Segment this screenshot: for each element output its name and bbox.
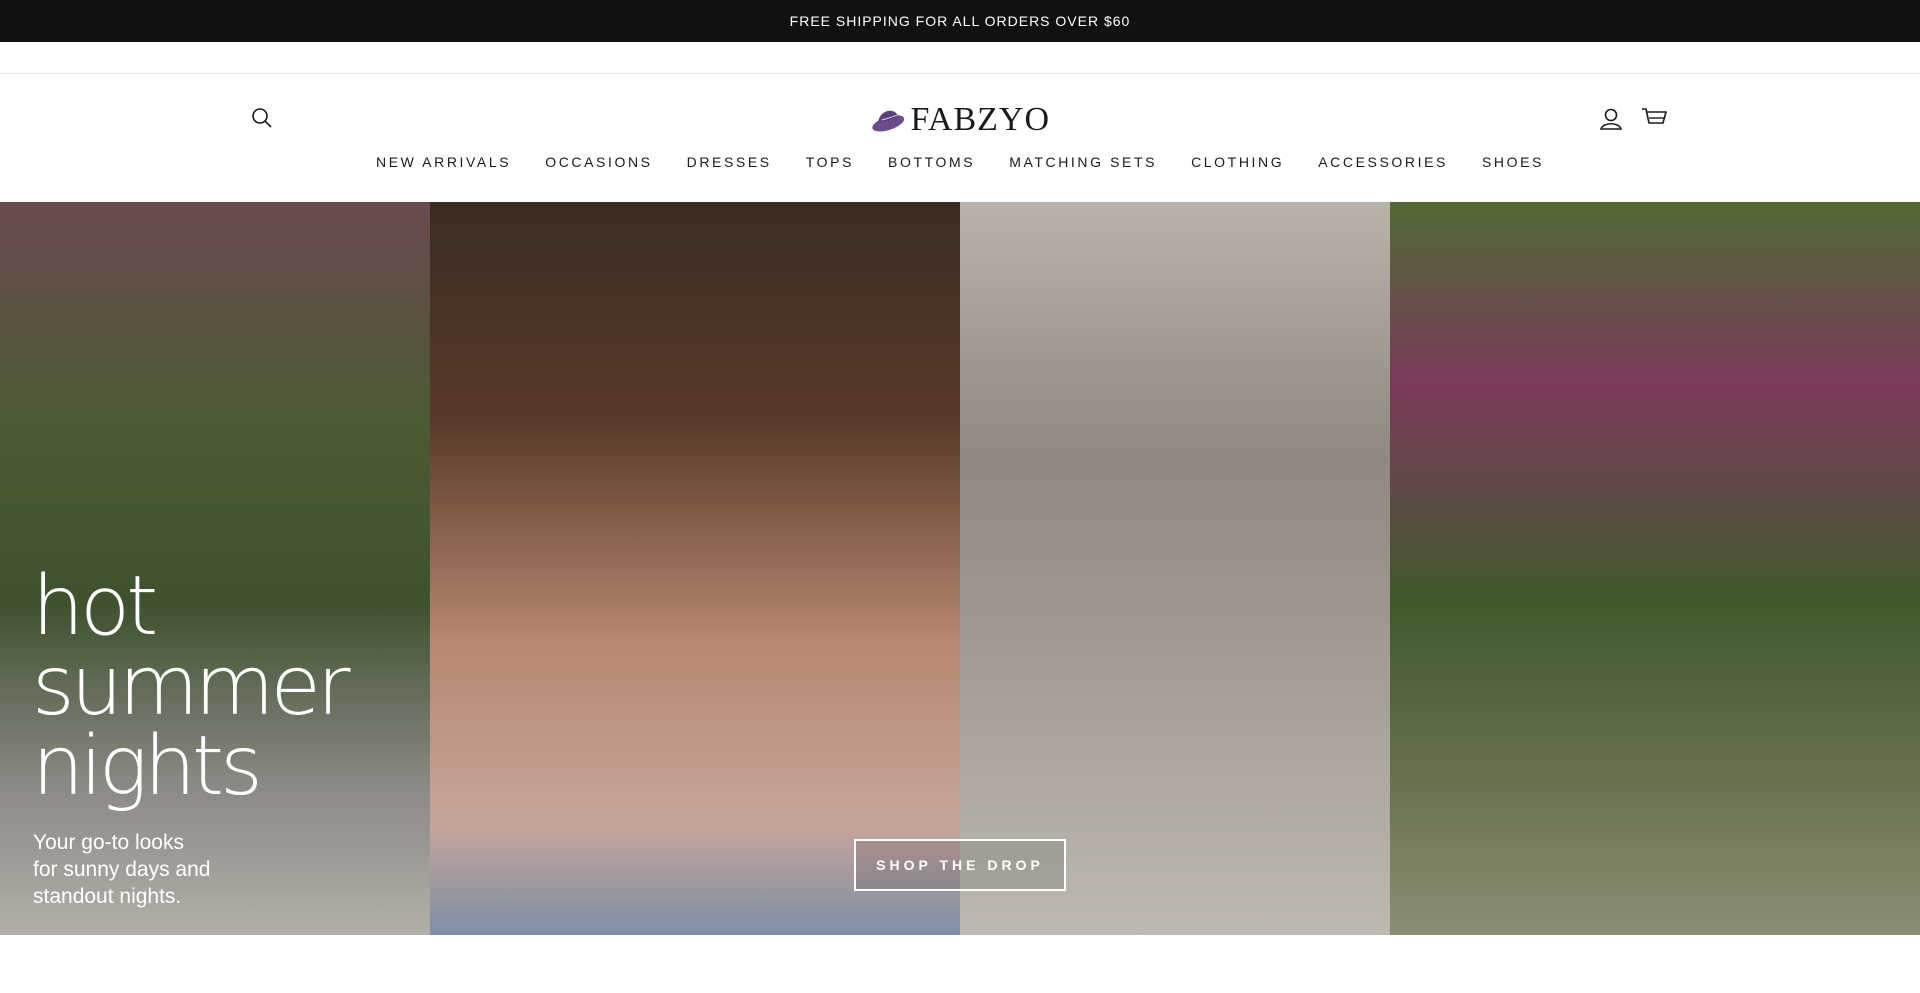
nav-item-bottoms[interactable]: BOTTOMS: [871, 150, 992, 174]
search-icon: [252, 108, 272, 128]
nav-item-occasions[interactable]: OCCASIONS: [528, 150, 669, 174]
hero-title-line: hot: [32, 559, 158, 654]
hero-photo-striped-top: [430, 202, 960, 935]
account-button[interactable]: [1598, 106, 1626, 134]
header-spacer: [0, 42, 1920, 74]
hero-photo-graphic-tee: [960, 202, 1390, 935]
nav-item-accessories[interactable]: ACCESSORIES: [1301, 150, 1465, 174]
hero-subtitle: Your go-to looks for sunny days and stan…: [33, 829, 293, 910]
hero-title-line: summer: [32, 639, 351, 734]
nav-item-matching-sets[interactable]: MATCHING SETS: [992, 150, 1174, 174]
user-icon: [1599, 108, 1623, 130]
hero-subtitle-line: standout nights.: [33, 885, 182, 908]
nav-item-clothing[interactable]: CLOTHING: [1174, 150, 1301, 174]
hat-logo-icon: [872, 110, 905, 132]
search-button[interactable]: [250, 106, 278, 134]
hero-photo-fringe-dress: [1390, 202, 1920, 935]
site-header: FABZYO NEW ARRIVALS OCCASIONS DRESSES TO…: [0, 74, 1920, 202]
cart-icon: [1642, 108, 1667, 124]
hero-banner[interactable]: hot summer nights Your go-to looks for s…: [0, 202, 1920, 935]
hero-subtitle-line: Your go-to looks: [33, 831, 184, 854]
page-content-below: [0, 935, 1920, 993]
nav-item-shoes[interactable]: SHOES: [1465, 150, 1561, 174]
hero-title-line: nights: [32, 719, 263, 814]
main-nav: NEW ARRIVALS OCCASIONS DRESSES TOPS BOTT…: [0, 150, 1920, 174]
announcement-bar: FREE SHIPPING FOR ALL ORDERS OVER $60: [0, 0, 1920, 42]
hero-subtitle-line: for sunny days and: [33, 858, 211, 881]
nav-item-tops[interactable]: TOPS: [789, 150, 871, 174]
shop-the-drop-button[interactable]: SHOP THE DROP: [854, 839, 1066, 891]
announcement-text: FREE SHIPPING FOR ALL ORDERS OVER $60: [789, 13, 1131, 29]
site-logo[interactable]: FABZYO: [870, 100, 1050, 140]
cart-button[interactable]: [1640, 104, 1670, 134]
nav-item-dresses[interactable]: DRESSES: [670, 150, 789, 174]
nav-item-new-arrivals[interactable]: NEW ARRIVALS: [359, 150, 528, 174]
logo-wordmark: FABZYO: [910, 101, 1050, 138]
hero-title: hot summer nights: [32, 559, 412, 814]
